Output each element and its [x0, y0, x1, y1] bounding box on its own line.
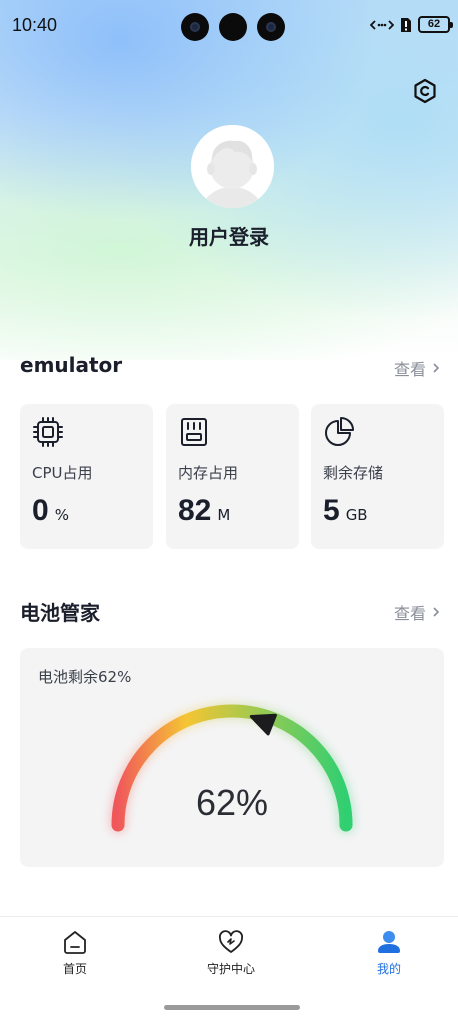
default-avatar-icon — [191, 125, 274, 208]
memory-usage-value: 82 — [178, 494, 212, 527]
tab-home[interactable]: 首页 — [15, 929, 135, 977]
tab-mine-label: 我的 — [376, 962, 401, 976]
memory-usage-card: 内存占用 82 M — [166, 404, 299, 549]
tab-guardian-center-label: 守护中心 — [206, 962, 255, 976]
front-camera-icon — [257, 13, 285, 41]
battery-manager-title: 电池管家 — [20, 601, 100, 625]
tab-home-label: 首页 — [62, 962, 87, 976]
alert-sim-icon — [401, 17, 411, 32]
front-camera-icon — [181, 13, 209, 41]
device-name: emulator — [20, 353, 123, 377]
remaining-storage-card: 剩余存储 5 GB — [311, 404, 444, 549]
copyright-icon[interactable] — [412, 78, 438, 104]
status-bar: 10:40 62 — [0, 0, 458, 54]
memory-card-icon — [181, 418, 207, 446]
memory-usage-label: 内存占用 — [178, 464, 239, 482]
battery-indicator: 62 — [418, 16, 453, 33]
gauge-pointer-icon — [249, 713, 277, 736]
sensor-icon — [219, 13, 247, 41]
remaining-storage-value: 5 — [323, 494, 340, 527]
view-more-label: 查看 — [393, 604, 426, 623]
tab-guardian-center[interactable]: 守护中心 — [171, 929, 291, 977]
chevron-right-icon — [433, 363, 440, 373]
battery-view-more-link[interactable]: 查看 — [394, 600, 440, 624]
cpu-usage-unit: % — [54, 506, 69, 524]
battery-percent-text: 62% — [195, 782, 269, 823]
memory-usage-value-group: 82 M — [178, 494, 230, 528]
avatar[interactable] — [191, 125, 274, 208]
chevron-right-icon — [433, 607, 440, 617]
battery-gauge — [110, 703, 354, 833]
memory-usage-unit: M — [217, 506, 231, 524]
cpu-chip-icon — [33, 417, 63, 447]
status-icons: 62 — [370, 16, 453, 33]
battery-card: 电池剩余62% 62% — [20, 648, 444, 867]
cpu-usage-card: CPU占用 0 % — [20, 404, 153, 549]
user-login-link[interactable]: 用户登录 — [0, 221, 458, 250]
tab-mine[interactable]: 我的 — [329, 929, 449, 977]
remaining-storage-value-group: 5 GB — [323, 494, 368, 528]
cpu-usage-value: 0 — [32, 494, 49, 527]
home-icon — [64, 931, 86, 954]
cpu-usage-label: CPU占用 — [32, 464, 93, 482]
pie-chart-icon — [325, 417, 354, 446]
remaining-storage-unit: GB — [345, 506, 368, 524]
user-icon — [378, 931, 400, 953]
view-more-label: 查看 — [393, 360, 426, 379]
home-indicator[interactable] — [164, 1005, 300, 1010]
heart-shield-icon — [219, 930, 243, 953]
phone-screen: 10:40 62 用户登录 emulator 查看 CPU占用 0 % 内存占用… — [0, 0, 458, 1022]
device-view-more-link[interactable]: 查看 — [394, 356, 440, 380]
cpu-usage-value-group: 0 % — [32, 494, 69, 528]
status-time: 10:40 — [12, 15, 58, 35]
remaining-storage-label: 剩余存储 — [323, 464, 384, 482]
data-transfer-icon — [370, 19, 394, 30]
